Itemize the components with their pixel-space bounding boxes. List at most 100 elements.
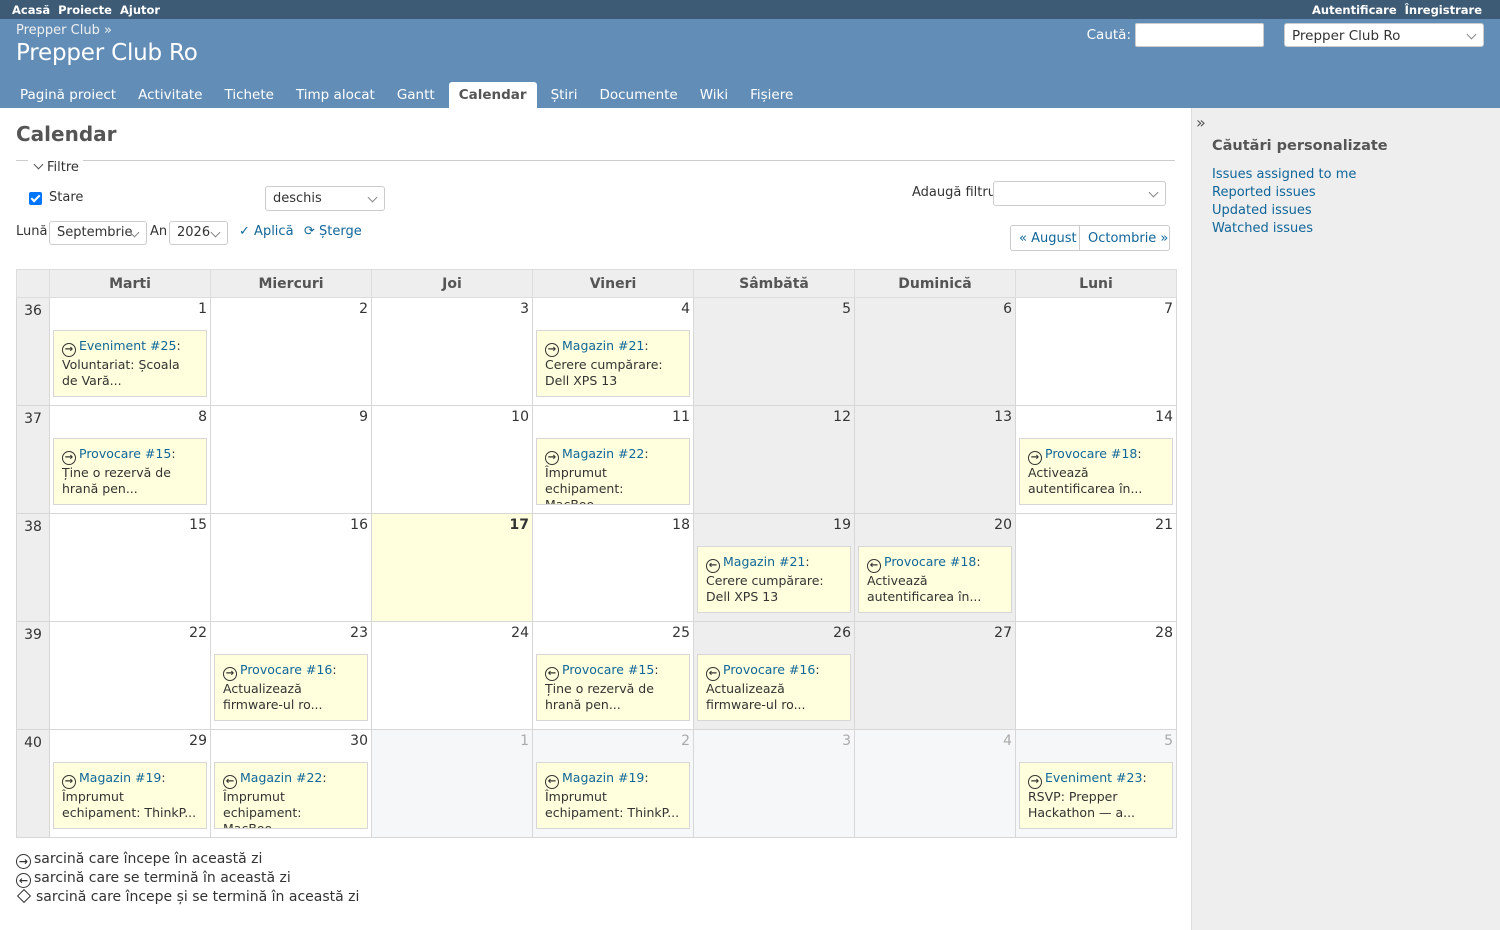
tab-gantt[interactable]: Gantt	[389, 82, 443, 108]
prev-month-link[interactable]: « August	[1010, 225, 1080, 251]
calendar-day: 10	[371, 405, 533, 514]
check-icon: ✓	[239, 224, 250, 239]
issue-link[interactable]: Magazin #22	[240, 770, 322, 785]
chevron-down-icon	[367, 192, 378, 203]
day-number: 16	[350, 517, 368, 533]
day-number: 1	[198, 301, 207, 317]
day-number: 18	[672, 517, 690, 533]
calendar-header-row: Marti Miercuri Joi Vineri Sâmbătă Duminică Lun…	[16, 269, 1177, 298]
tab-files[interactable]: Fișiere	[742, 82, 801, 108]
calendar-issue[interactable]: → Eveniment #25: Voluntariat: Școala de V…	[53, 330, 207, 397]
status-operator-select[interactable]: deschis	[265, 186, 385, 211]
tab-news[interactable]: Știri	[543, 82, 586, 108]
arrow-right-circle-icon: →	[62, 343, 76, 357]
tab-time[interactable]: Timp alocat	[288, 82, 383, 108]
issue-link[interactable]: Provocare #15	[562, 662, 654, 677]
legend-end-text: sarcină care se termină în această zi	[34, 870, 291, 886]
add-filter-select[interactable]	[993, 181, 1166, 206]
search-input[interactable]	[1135, 23, 1264, 47]
issue-subject: Împrumut echipament: ThinkP...	[545, 789, 680, 820]
month-value: Septembrie	[57, 225, 133, 240]
week-number: 40	[16, 729, 50, 838]
calendar-issue[interactable]: → Provocare #18: Activează autentificarea…	[1019, 438, 1173, 505]
day-number: 12	[833, 409, 851, 425]
login-link[interactable]: Autentificare	[1312, 3, 1397, 17]
tab-calendar[interactable]: Calendar	[448, 82, 537, 108]
tab-activity[interactable]: Activitate	[130, 82, 210, 108]
day-number: 29	[189, 733, 207, 749]
query-updated[interactable]: Updated issues	[1212, 203, 1312, 218]
issue-link[interactable]: Provocare #15	[79, 446, 171, 461]
weekday-header: Sâmbătă	[693, 269, 855, 298]
issue-subject: Actualizează firmware-ul ro...	[223, 681, 323, 712]
day-number: 8	[198, 409, 207, 425]
calendar-day: 11 → Magazin #22: Împrumut echipament: Mac…	[532, 405, 694, 514]
calendar-issue[interactable]: ← Magazin #19: Împrumut echipament: Think…	[536, 762, 690, 829]
day-number: 30	[350, 733, 368, 749]
calendar-day: 20 ← Provocare #18: Activează autentificar…	[854, 513, 1016, 622]
calendar-issue[interactable]: ← Provocare #15: Ține o rezervă de hrană …	[536, 654, 690, 721]
tab-wiki[interactable]: Wiki	[692, 82, 736, 108]
week-number: 37	[16, 405, 50, 514]
calendar-issue[interactable]: → Eveniment #23: RSVP: Prepper Hackathon …	[1019, 762, 1173, 829]
calendar-day: 9	[210, 405, 372, 514]
clear-button[interactable]: ⟳ Șterge	[304, 224, 362, 239]
calendar-issue[interactable]: → Provocare #16: Actualizează firmware-ul…	[214, 654, 368, 721]
calendar-issue[interactable]: ← Magazin #21: Cerere cumpărare: Dell XPS…	[697, 546, 851, 613]
month-select[interactable]: Septembrie	[49, 221, 147, 245]
query-reported[interactable]: Reported issues	[1212, 185, 1316, 200]
issue-link[interactable]: Magazin #19	[562, 770, 644, 785]
issue-link[interactable]: Magazin #19	[79, 770, 161, 785]
project-jump-select[interactable]: Prepper Club Ro	[1284, 23, 1484, 47]
calendar-day: 14 → Provocare #18: Activează autentificar…	[1015, 405, 1177, 514]
calendar-issue[interactable]: ← Magazin #22: Împrumut echipament: MacBo…	[214, 762, 368, 829]
issue-link[interactable]: Magazin #21	[562, 338, 644, 353]
tab-documents[interactable]: Documente	[591, 82, 685, 108]
status-checkbox[interactable]	[29, 192, 42, 205]
day-number: 4	[1003, 733, 1012, 749]
calendar-issue[interactable]: ← Provocare #16: Actualizează firmware-ul…	[697, 654, 851, 721]
breadcrumb[interactable]: Prepper Club »	[16, 23, 112, 38]
calendar-issue[interactable]: → Provocare #15: Ține o rezervă de hrană …	[53, 438, 207, 505]
calendar-day: 18	[532, 513, 694, 622]
issue-link[interactable]: Magazin #22	[562, 446, 644, 461]
calendar-day: 4 → Magazin #21: Cerere cumpărare: Dell XP…	[532, 297, 694, 406]
calendar-day: 23 → Provocare #16: Actualizează firmware-…	[210, 621, 372, 730]
calendar-day: 12	[693, 405, 855, 514]
calendar-issue[interactable]: → Magazin #22: Împrumut echipament: MacBo…	[536, 438, 690, 505]
main-menu: Pagină proiect Activitate Tichete Timp a…	[12, 82, 807, 108]
year-select[interactable]: 2026	[169, 221, 228, 245]
page-title: Calendar	[16, 122, 117, 146]
tab-project-page[interactable]: Pagină proiect	[12, 82, 124, 108]
filters-divider	[16, 160, 1175, 161]
help-link[interactable]: Ajutor	[120, 3, 160, 17]
day-number: 21	[1155, 517, 1173, 533]
issue-link[interactable]: Magazin #21	[723, 554, 805, 569]
next-month-link[interactable]: Octombrie »	[1079, 225, 1170, 251]
apply-button[interactable]: ✓ Aplică	[239, 224, 294, 239]
sidebar-toggle-icon[interactable]: »	[1196, 113, 1206, 132]
main-content: Calendar Filtre Stare deschis Adaugă fil…	[0, 108, 1191, 930]
issue-link[interactable]: Provocare #16	[240, 662, 332, 677]
query-watched[interactable]: Watched issues	[1212, 221, 1313, 236]
arrow-right-circle-icon: →	[1028, 451, 1042, 465]
issue-link[interactable]: Eveniment #23	[1045, 770, 1142, 785]
tab-issues[interactable]: Tichete	[216, 82, 281, 108]
query-assigned-to-me[interactable]: Issues assigned to me	[1212, 167, 1356, 182]
calendar-day: 27	[854, 621, 1016, 730]
home-link[interactable]: Acasă	[12, 3, 50, 17]
calendar-issue[interactable]: ← Provocare #18: Activează autentificarea…	[858, 546, 1012, 613]
register-link[interactable]: Înregistrare	[1405, 3, 1482, 17]
issue-separator: :	[332, 662, 337, 677]
calendar-issue[interactable]: → Magazin #19: Împrumut echipament: Think…	[53, 762, 207, 829]
issue-link[interactable]: Eveniment #25	[79, 338, 176, 353]
issue-link[interactable]: Provocare #16	[723, 662, 815, 677]
issue-link[interactable]: Provocare #18	[884, 554, 976, 569]
calendar-day: 22	[49, 621, 211, 730]
issue-separator: :	[322, 770, 327, 785]
projects-link[interactable]: Proiecte	[58, 3, 112, 17]
filters-legend[interactable]: Filtre	[28, 159, 83, 175]
issue-link[interactable]: Provocare #18	[1045, 446, 1137, 461]
calendar-issue[interactable]: → Magazin #21: Cerere cumpărare: Dell XPS…	[536, 330, 690, 397]
calendar-day: 13	[854, 405, 1016, 514]
